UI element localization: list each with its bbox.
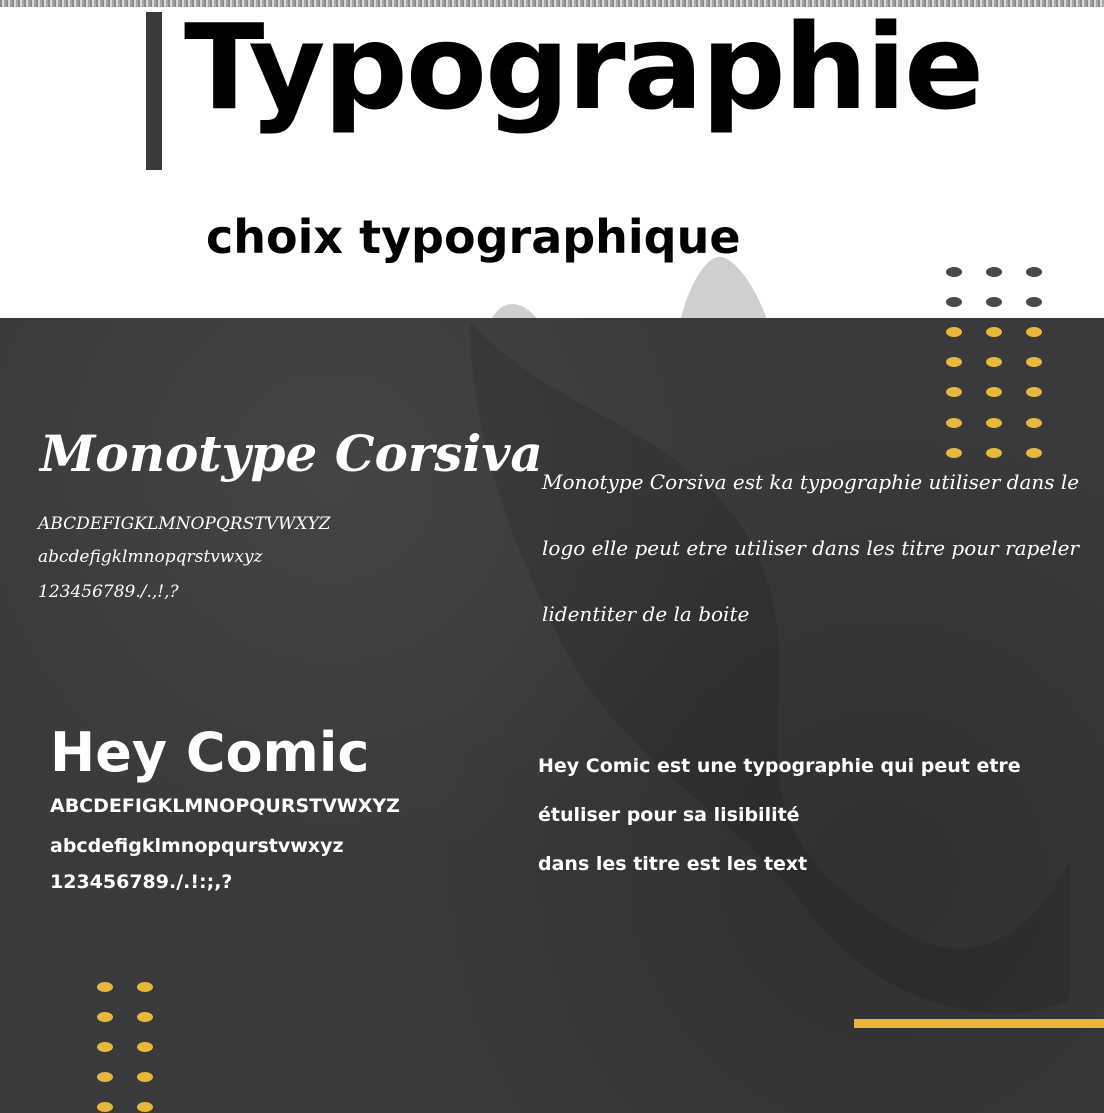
decorative-dot xyxy=(946,357,962,367)
decorative-dot xyxy=(946,387,962,397)
description-line: lidentiter de la boite xyxy=(542,602,750,626)
decorative-dot xyxy=(97,1042,113,1052)
decorative-dot xyxy=(97,1102,113,1112)
decorative-dot xyxy=(137,1012,153,1022)
decorative-dot xyxy=(1026,418,1042,428)
decorative-dot xyxy=(986,267,1002,277)
decorative-dot xyxy=(1026,297,1042,307)
description-line: logo elle peut etre utiliser dans les ti… xyxy=(542,536,1079,560)
decorative-dot xyxy=(1026,327,1042,337)
decorative-dot xyxy=(986,297,1002,307)
decorative-dot xyxy=(986,387,1002,397)
decorative-dot xyxy=(1026,357,1042,367)
decorative-dot xyxy=(137,1042,153,1052)
decorative-dot xyxy=(986,448,1002,458)
decorative-dot xyxy=(986,357,1002,367)
glyph-sample-uppercase: ABCDEFIGKLMNOPQRSTVWXYZ xyxy=(38,514,331,534)
decorative-dot xyxy=(97,1012,113,1022)
description-line: étuliser pour sa lisibilité xyxy=(538,804,800,826)
glyph-sample-lowercase: abcdefigklmnopqurstvwxyz xyxy=(50,835,344,857)
description-line: Hey Comic est une typographie qui peut e… xyxy=(538,755,1021,777)
decorative-dot xyxy=(137,982,153,992)
page-subtitle: choix typographique xyxy=(206,210,741,264)
glyph-sample-numbers: 123456789./.!:;,? xyxy=(50,871,233,893)
decorative-dot xyxy=(946,327,962,337)
decorative-dot xyxy=(137,1102,153,1112)
glyph-sample-lowercase: abcdefigklmnopqrstvwxyz xyxy=(38,547,263,567)
font-name-monotype-corsiva: Monotype Corsiva xyxy=(40,424,543,483)
decorative-dot xyxy=(986,418,1002,428)
description-line: dans les titre est les text xyxy=(538,853,808,875)
decorative-dot xyxy=(946,418,962,428)
glyph-sample-numbers: 123456789./.,!,? xyxy=(38,582,179,602)
decorative-dot xyxy=(1026,448,1042,458)
decorative-dot xyxy=(946,448,962,458)
decorative-dot xyxy=(97,982,113,992)
decorative-dot xyxy=(1026,387,1042,397)
decorative-dot xyxy=(1026,267,1042,277)
decorative-dot xyxy=(97,1072,113,1082)
decorative-dot xyxy=(946,267,962,277)
page-title: Typographie xyxy=(184,0,984,136)
font-name-hey-comic: Hey Comic xyxy=(50,721,370,784)
decorative-dot xyxy=(986,327,1002,337)
description-line: Monotype Corsiva est ka typographie util… xyxy=(542,470,1080,494)
header-section: Typographie choix typographique xyxy=(0,0,1104,322)
accent-line xyxy=(854,1019,1104,1028)
decorative-dot xyxy=(137,1072,153,1082)
title-accent-bar xyxy=(146,12,162,170)
decorative-dot xyxy=(946,297,962,307)
glyph-sample-uppercase: ABCDEFIGKLMNOPQURSTVWXYZ xyxy=(50,795,400,817)
